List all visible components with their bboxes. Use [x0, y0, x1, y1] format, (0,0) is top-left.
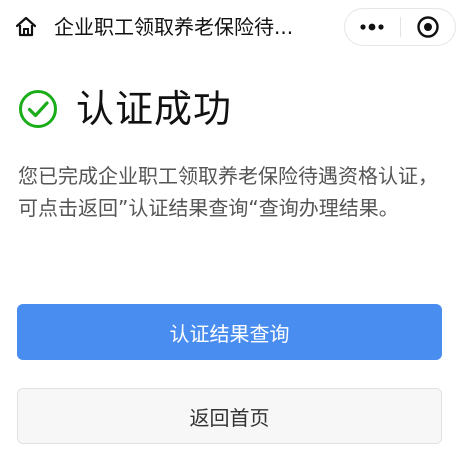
check-circle-icon [19, 90, 57, 128]
capsule-menu [344, 8, 456, 46]
query-result-button[interactable]: 认证结果查询 [17, 304, 442, 360]
page-title: 认证成功 [76, 87, 233, 131]
page: 企业职工领取养老保险待... 认证成功 您已完成企业职工领取养老保险待遇资格认证… [0, 0, 468, 460]
navigation-bar: 企业职工领取养老保险待... [0, 0, 468, 54]
nav-title: 企业职工领取养老保险待... [54, 15, 294, 39]
success-header: 认证成功 [18, 82, 232, 136]
home-icon[interactable] [13, 14, 39, 40]
back-home-button[interactable]: 返回首页 [17, 388, 442, 444]
target-circle-icon[interactable] [400, 9, 455, 45]
more-dots-icon[interactable] [345, 9, 400, 45]
result-description: 您已完成企业职工领取养老保险待遇资格认证，可点击返回”认证结果查询“查询办理结果… [18, 164, 438, 220]
